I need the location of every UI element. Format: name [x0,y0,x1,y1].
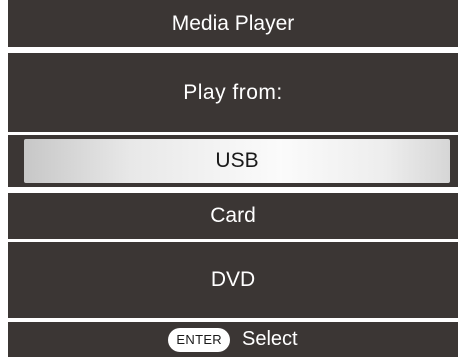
menu-item-dvd-label: DVD [210,268,256,291]
menu-item-card[interactable]: Card [8,193,458,239]
menu-item-usb[interactable]: USB [24,139,450,183]
prompt-label: Play from: [183,80,283,104]
select-hint-label: Select [241,328,298,350]
footer-hint: ENTER Select [8,322,458,357]
menu-row-usb: USB [8,135,458,187]
menu-item-usb-label: USB [215,149,259,172]
page-title: Media Player [171,11,295,35]
title-bar: Media Player [8,0,458,47]
menu-item-dvd[interactable]: DVD [8,242,458,318]
menu-item-card-label: Card [210,204,256,227]
play-from-prompt: Play from: [8,53,458,132]
enter-key-icon: ENTER [168,327,230,352]
